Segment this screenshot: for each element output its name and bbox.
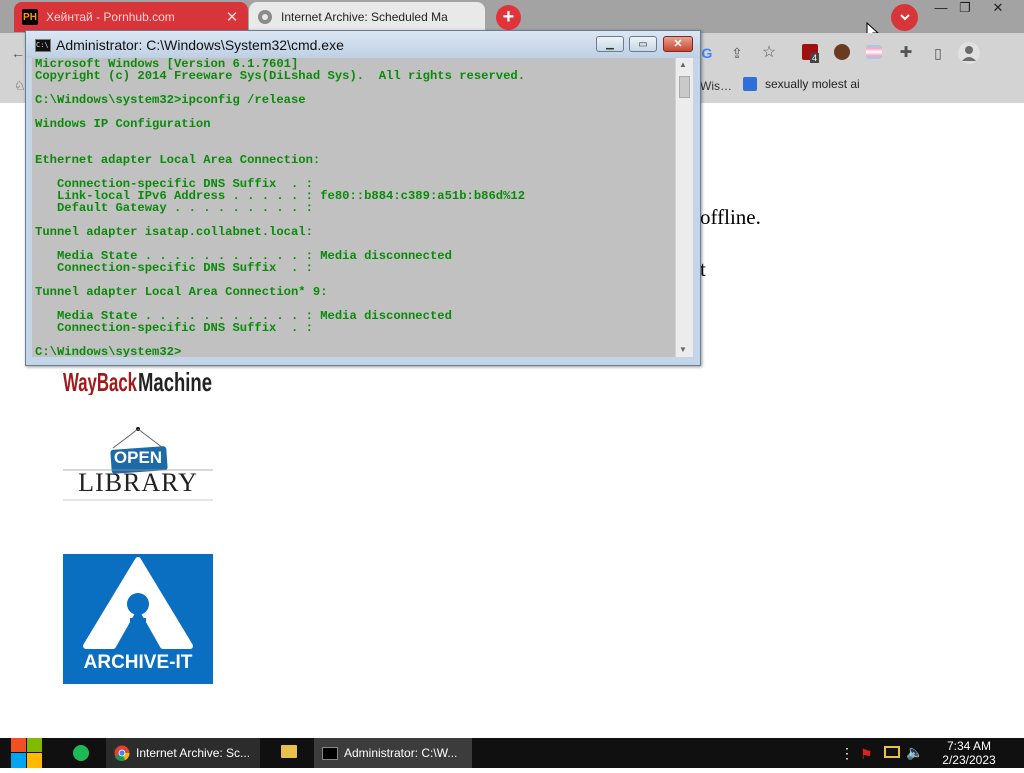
cmd-window[interactable]: C:\ Administrator: C:\Windows\System32\c… <box>25 30 701 366</box>
tab-pornhub[interactable]: PH Хейнтай - Pornhub.com ✕ <box>14 2 248 32</box>
spotify-icon[interactable] <box>73 745 89 761</box>
cmd-maximize-button[interactable]: ▭ <box>629 36 657 52</box>
archive-it-logo[interactable]: ARCHIVE-IT <box>63 554 213 684</box>
tab-internet-archive[interactable]: Internet Archive: Scheduled Ma <box>249 2 485 32</box>
tray-overflow-icon[interactable]: ⋮ <box>840 745 854 762</box>
bookmark-star-icon[interactable]: ☆ <box>759 43 779 63</box>
taskbar-item-cmd[interactable]: Administrator: C:\W... <box>314 738 472 768</box>
bookmark-apps-icon[interactable]: ♘ <box>14 78 26 94</box>
page-text-line: offline. <box>700 205 761 229</box>
share-icon[interactable]: ⇪ <box>727 43 747 63</box>
windows-logo-icon <box>11 738 42 768</box>
open-library-logo[interactable]: OPEN LIBRARY <box>63 426 213 502</box>
bookmark-item[interactable]: sexually molest ai <box>743 77 860 91</box>
wayback-machine-logo[interactable]: WayBack Machine <box>63 363 213 395</box>
svg-text:WayBack: WayBack <box>63 367 137 395</box>
cmd-minimize-button[interactable]: ▁ <box>596 36 624 52</box>
extensions-puzzle-icon[interactable]: ✚ <box>896 43 916 63</box>
ublock-extension-icon[interactable]: 4 <box>802 44 820 63</box>
extension-badge: 4 <box>810 53 820 63</box>
extension-avatar-icon[interactable] <box>834 44 850 60</box>
flag-icon[interactable]: ⚑ <box>860 746 873 763</box>
chrome-icon <box>114 745 130 761</box>
console-text: Microsoft Windows [Version 6.1.7601] Cop… <box>35 58 526 357</box>
window-restore-button[interactable]: ❐ <box>950 0 980 18</box>
open-sign-text: OPEN <box>113 448 163 467</box>
tab-label: Хейнтай - Pornhub.com <box>46 10 175 24</box>
console-output[interactable]: Microsoft Windows [Version 6.1.7601] Cop… <box>32 58 675 357</box>
library-text: LIBRARY <box>78 468 198 497</box>
volume-icon[interactable]: 🔈 <box>906 744 923 761</box>
cmd-title: Administrator: C:\Windows\System32\cmd.e… <box>56 37 344 53</box>
globe-icon <box>257 9 273 25</box>
tab-label: Internet Archive: Scheduled Ma <box>281 10 448 24</box>
bookmark-favicon-icon <box>743 77 757 91</box>
bookmark-label: sexually molest ai <box>765 77 860 91</box>
scrollbar-thumb[interactable] <box>679 76 690 98</box>
console-scrollbar[interactable]: ▲ ▼ <box>675 58 693 357</box>
tab-search-button[interactable] <box>891 4 918 31</box>
scroll-up-icon[interactable]: ▲ <box>679 60 687 69</box>
profile-avatar[interactable] <box>958 42 980 64</box>
taskbar-clock[interactable]: 7:34 AM 2/23/2023 <box>934 739 1004 767</box>
archive-it-text: ARCHIVE-IT <box>83 652 193 673</box>
extension-flag-icon[interactable] <box>866 45 882 59</box>
cmd-close-button[interactable]: ✕ <box>663 36 693 52</box>
scroll-down-icon[interactable]: ▼ <box>679 345 687 354</box>
start-button[interactable] <box>10 738 43 768</box>
clock-time: 7:34 AM <box>946 739 992 753</box>
window-close-button[interactable]: ✕ <box>983 0 1013 18</box>
bookmark-item-partial[interactable]: Wis… <box>700 79 732 93</box>
file-explorer-icon[interactable] <box>281 745 297 758</box>
taskbar-item-browser[interactable]: Internet Archive: Sc... <box>106 738 260 768</box>
cmd-icon: C:\ <box>35 39 51 52</box>
pornhub-favicon: PH <box>22 9 38 25</box>
taskbar-item-label: Administrator: C:\W... <box>344 746 458 760</box>
svg-text:Machine: Machine <box>138 367 212 395</box>
clock-date: 2/23/2023 <box>942 753 996 767</box>
network-monitor-icon[interactable] <box>884 746 900 758</box>
side-panel-icon[interactable]: ▯ <box>928 43 948 63</box>
new-tab-button[interactable]: + <box>496 5 521 30</box>
cmd-taskbar-icon <box>322 746 338 760</box>
taskbar-item-label: Internet Archive: Sc... <box>136 746 251 760</box>
tab-close-icon[interactable]: ✕ <box>224 8 240 26</box>
